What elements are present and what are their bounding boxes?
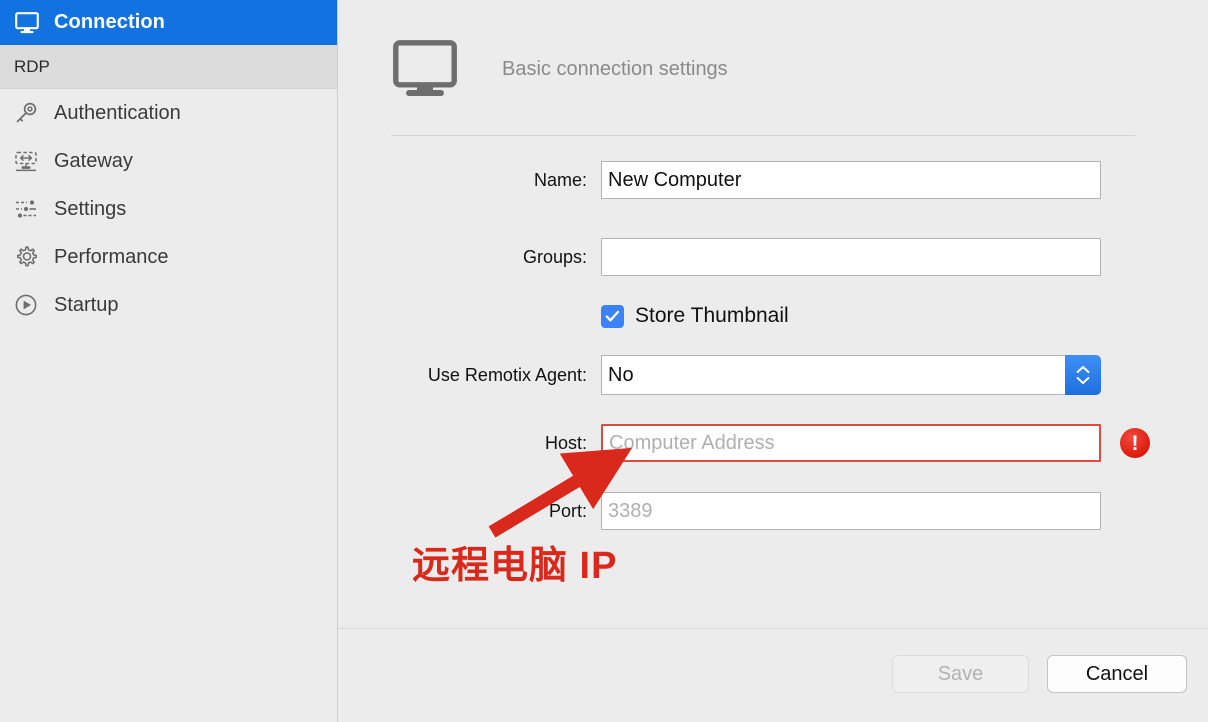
sidebar-section-rdp[interactable]: RDP <box>0 45 337 89</box>
agent-stepper[interactable] <box>1065 355 1101 395</box>
sidebar: Connection RDP Authentication Gateway Se… <box>0 0 338 722</box>
main-panel: Basic connection settings Name: New Comp… <box>338 0 1208 722</box>
sidebar-item-label: Gateway <box>54 149 133 172</box>
form-row-groups: Groups: <box>338 235 1208 279</box>
play-circle-icon <box>12 291 40 319</box>
settings-content: Basic connection settings Name: New Comp… <box>338 0 1208 628</box>
groups-label: Groups: <box>522 246 587 267</box>
panel-header: Basic connection settings <box>392 40 728 98</box>
host-input[interactable]: Computer Address <box>601 424 1101 462</box>
gateway-icon <box>12 147 40 175</box>
sidebar-section-label: RDP <box>14 56 50 76</box>
page-title: Basic connection settings <box>502 57 728 80</box>
form-row-name: Name: New Computer <box>338 158 1208 202</box>
sidebar-item-startup[interactable]: Startup <box>0 281 337 329</box>
form-row-port: Port: 3389 <box>338 489 1208 533</box>
monitor-icon <box>13 9 41 37</box>
sidebar-item-label: Performance <box>54 245 169 268</box>
sidebar-item-label: Settings <box>54 197 127 220</box>
dialog-footer: Save Cancel <box>338 629 1208 722</box>
key-icon <box>12 99 40 127</box>
sidebar-item-label: Startup <box>54 293 119 316</box>
header-divider <box>391 135 1135 136</box>
sidebar-item-label: Connection <box>54 11 165 33</box>
form-row-host: Host: Computer Address ! <box>338 421 1208 465</box>
monitor-icon <box>392 40 458 98</box>
store-thumbnail-checkbox[interactable] <box>601 304 624 328</box>
sidebar-item-connection[interactable]: Connection <box>0 0 337 45</box>
sliders-icon <box>12 195 40 223</box>
groups-input[interactable] <box>601 238 1101 276</box>
error-icon: ! <box>1120 428 1150 458</box>
form-row-store-thumbnail: Store Thumbnail <box>338 294 1208 338</box>
agent-label: Use Remotix Agent: <box>427 364 587 385</box>
name-input[interactable]: New Computer <box>601 161 1101 199</box>
gear-icon <box>12 243 40 271</box>
form-row-agent: Use Remotix Agent: No <box>338 353 1208 397</box>
sidebar-item-authentication[interactable]: Authentication <box>0 89 337 137</box>
agent-select-value[interactable]: No <box>601 355 1065 395</box>
chevron-up-icon <box>1076 366 1090 373</box>
store-thumbnail-label: Store Thumbnail <box>635 304 789 327</box>
port-input[interactable]: 3389 <box>601 492 1101 530</box>
connection-form: Name: New Computer Groups: Store Thumbna… <box>338 158 1208 533</box>
check-icon <box>605 310 620 321</box>
save-button[interactable]: Save <box>892 655 1029 693</box>
host-label: Host: <box>544 432 587 453</box>
name-label: Name: <box>533 169 587 190</box>
chevron-down-icon <box>1076 377 1090 384</box>
cancel-button[interactable]: Cancel <box>1047 655 1187 693</box>
port-label: Port: <box>548 500 587 521</box>
sidebar-item-settings[interactable]: Settings <box>0 185 337 233</box>
agent-select[interactable]: No <box>601 355 1101 395</box>
sidebar-item-label: Authentication <box>54 101 181 124</box>
sidebar-item-performance[interactable]: Performance <box>0 233 337 281</box>
sidebar-item-gateway[interactable]: Gateway <box>0 137 337 185</box>
remotix-connection-dialog: Connection RDP Authentication Gateway Se… <box>0 0 1208 722</box>
